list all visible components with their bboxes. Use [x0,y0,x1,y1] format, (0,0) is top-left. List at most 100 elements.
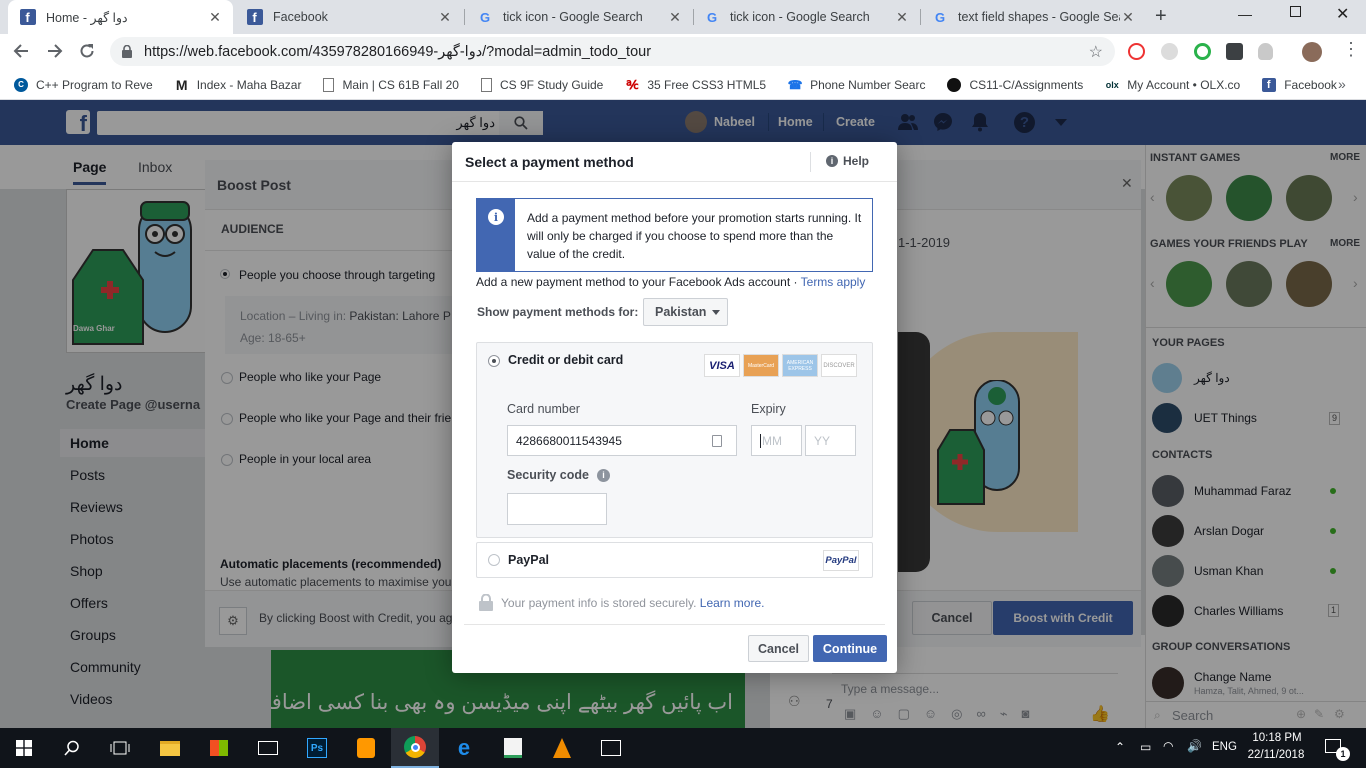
clock-time[interactable]: 10:18 PM [1249,732,1305,744]
lock-icon [122,45,132,58]
tab-google-search-3[interactable]: G text field shapes - Google Sear ✕ [920,0,1146,34]
secure-info-line: Your payment info is stored securely. Le… [501,596,765,610]
chart-app-icon[interactable] [489,728,537,768]
expiry-label: Expiry [751,402,786,416]
adblock-extension-icon[interactable] [1128,43,1145,60]
bookmark-item[interactable]: olx My Account • OLX.co [1105,78,1240,92]
address-bar[interactable]: https://web.facebook.com/435978280166949… [110,37,1115,66]
bookmark-item[interactable]: ☎ Phone Number Searc [788,78,926,92]
reload-icon[interactable] [78,42,96,60]
radio-dot [492,359,496,363]
facebook-icon: f [20,9,36,25]
task-view-icon[interactable] [96,728,144,768]
battery-icon[interactable]: ▭ [1140,740,1151,754]
tab-google-search-2[interactable]: G tick icon - Google Search ✕ [692,0,920,34]
clock-date[interactable]: 22/11/2018 [1245,749,1307,761]
menu-dots-icon[interactable]: ⋮ [1342,40,1360,58]
minimize-button[interactable]: — [1238,6,1252,22]
cpp-icon: C [14,77,28,92]
windows-start-icon[interactable] [0,728,48,768]
edge-icon[interactable]: e [440,728,488,768]
notification-badge: 1 [1336,747,1350,761]
terms-apply-link[interactable]: Terms apply [801,275,866,289]
info-circle-icon[interactable]: i [596,468,610,482]
store-icon[interactable] [195,728,243,768]
windows-taskbar: Ps e ⌃ ▭ ◠ 🔊 ENG 10:18 PM 22/11/2018 1 [0,728,1366,768]
extension-power-icon[interactable] [1194,43,1211,60]
bookmark-item[interactable]: CS11-C/Assignments [947,77,1083,92]
paypal-logo: PayPal [823,550,859,571]
country-dropdown[interactable]: Pakistan [643,298,728,326]
google-icon: G [706,9,718,25]
url-text: https://web.facebook.com/435978280166949… [144,43,652,60]
bookmark-item[interactable]: ℀ 35 Free CSS3 HTML5 [625,78,766,92]
extension-window-icon[interactable] [1226,43,1243,60]
paypal-option[interactable]: PayPal PayPal [476,542,873,578]
close-icon[interactable]: ✕ [437,9,453,26]
modal-header: Select a payment method i Help [452,142,897,182]
window-close-button[interactable]: ✕ [1336,4,1349,24]
search-icon[interactable] [48,728,96,768]
learn-more-link[interactable]: Learn more. [700,596,765,610]
forward-icon[interactable] [46,42,64,60]
close-icon[interactable]: ✕ [667,9,683,26]
expiry-month-input[interactable]: MM [751,425,802,456]
card-number-input[interactable]: 4286680011543945 [507,425,737,456]
tab-home-dawa-ghar[interactable]: f Home - دوا گھر ✕ [8,0,233,34]
input-language[interactable]: ENG [1212,741,1237,753]
tab-title: text field shapes - Google Sear [958,10,1120,24]
help-link[interactable]: i Help [826,154,869,168]
new-tab-button[interactable]: + [1155,5,1167,28]
mail-icon[interactable] [244,728,292,768]
close-icon[interactable]: ✕ [1120,9,1136,26]
mastercard-logo: MasterCard [743,354,779,377]
github-icon [947,77,962,92]
tab-google-search-1[interactable]: G tick icon - Google Search ✕ [465,0,693,34]
security-code-input[interactable] [507,493,607,525]
back-icon[interactable] [12,42,30,60]
photoshop-icon[interactable]: Ps [293,728,341,768]
expiry-year-input[interactable]: YY [805,425,856,456]
continue-button[interactable]: Continue [813,635,887,662]
credit-card-radio[interactable] [488,355,500,367]
extension-ghost-icon[interactable] [1258,43,1273,60]
bookmark-item[interactable]: M Index - Maha Bazar [175,77,302,93]
sublime-text-icon[interactable] [342,728,390,768]
info-notice: i Add a payment method before your promo… [476,198,873,272]
credit-card-panel: Credit or debit card VISA MasterCard AME… [476,342,873,538]
profile-avatar[interactable] [1302,42,1322,62]
payment-method-modal: Select a payment method i Help i Add a p… [452,142,897,673]
paypal-option-label: PayPal [508,553,550,567]
bookmark-item[interactable]: Main | CS 61B Fall 20 [323,77,459,92]
css-icon: ℀ [626,77,639,92]
vlc-icon[interactable] [538,728,586,768]
network-icon[interactable]: ◠ [1163,739,1173,753]
file-explorer-icon[interactable] [146,728,194,768]
visa-logo: VISA [704,354,740,377]
credit-card-option-label[interactable]: Credit or debit card [508,353,623,367]
bookmark-item[interactable]: f Facebook [1262,77,1337,92]
bookmark-item[interactable]: CS 9F Study Guide [480,77,603,92]
photos-icon[interactable] [587,728,635,768]
volume-icon[interactable]: 🔊 [1187,739,1202,753]
tab-title: Facebook [273,10,328,24]
card-autofill-icon[interactable] [712,435,722,447]
chrome-icon[interactable] [391,728,439,768]
facebook-icon: f [1262,77,1277,92]
info-icon: i [488,209,504,225]
close-icon[interactable]: ✕ [207,9,223,26]
tray-overflow-icon[interactable]: ⌃ [1115,740,1125,754]
paypal-radio[interactable] [488,554,500,566]
bookmarks-overflow-icon[interactable]: » [1338,76,1346,92]
close-icon[interactable]: ✕ [894,9,910,26]
extension-info-icon[interactable] [1161,43,1178,60]
modal-title: Select a payment method [465,154,634,170]
cancel-button[interactable]: Cancel [748,635,809,662]
tab-facebook[interactable]: f Facebook ✕ [235,0,463,34]
page-icon [480,77,492,92]
bookmark-star-icon[interactable]: ☆ [1089,42,1103,62]
maximize-button[interactable] [1290,6,1301,17]
bookmark-item[interactable]: C C++ Program to Reve [14,77,153,92]
browser-tab-bar: f Home - دوا گھر ✕ f Facebook ✕ G tick i… [0,0,1366,34]
tab-title: Home - دوا گھر [46,10,128,25]
